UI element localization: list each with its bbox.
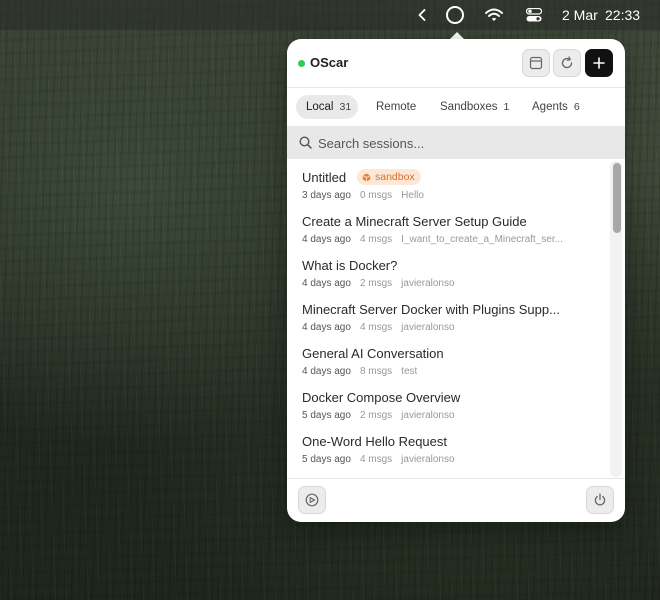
session-item[interactable]: General AI Conversation 4 days ago 8 msgs… [302, 335, 602, 377]
archive-icon [529, 56, 543, 70]
session-msgs: 2 msgs [359, 410, 393, 421]
tab-label: Local [306, 101, 334, 113]
search-bar [287, 126, 625, 159]
oscar-popover: OScar Local 31 Remote Sandboxes 1 Agents… [287, 39, 625, 522]
session-title: Create a Minecraft Server Setup Guide [302, 214, 527, 229]
session-time: 4 days ago [302, 278, 351, 289]
tab-agents[interactable]: Agents 6 [522, 95, 588, 119]
control-center-icon[interactable] [525, 0, 543, 30]
plus-icon [593, 57, 605, 69]
tab-remote[interactable]: Remote [366, 95, 426, 119]
menu-bar-time[interactable]: 22:33 [605, 0, 645, 30]
session-time: 3 days ago [302, 190, 351, 201]
wifi-icon[interactable] [484, 0, 504, 30]
chevron-left-icon[interactable] [414, 0, 430, 30]
session-meta: 4 days ago 4 msgs javieralonso [302, 322, 464, 333]
search-icon [299, 136, 312, 149]
session-meta: 4 days ago 2 msgs javieralonso [302, 278, 464, 289]
session-meta: 5 days ago 2 msgs javieralonso [302, 410, 464, 421]
app-title: OScar [310, 55, 349, 70]
session-msgs: 4 msgs [359, 454, 393, 465]
session-title: General AI Conversation [302, 346, 444, 361]
popover-footer [287, 478, 625, 522]
search-input[interactable] [318, 133, 608, 153]
session-title: Docker Compose Overview [302, 390, 461, 405]
popover-header: OScar [287, 39, 625, 87]
session-preview: test [401, 366, 418, 377]
session-list: Untitled sandbox 3 days ago 0 msgs Hello C… [287, 159, 625, 478]
archive-button[interactable] [522, 49, 550, 77]
session-msgs: 0 msgs [359, 190, 393, 201]
status-indicator [298, 60, 305, 67]
session-time: 5 days ago [302, 454, 351, 465]
tab-sandboxes[interactable]: Sandboxes 1 [430, 95, 516, 119]
session-time: 4 days ago [302, 322, 351, 333]
session-title: Minecraft Server Docker with Plugins Sup… [302, 302, 560, 317]
refresh-icon [561, 56, 573, 69]
session-time: 4 days ago [302, 366, 351, 377]
session-item[interactable]: Create a Minecraft Server Setup Guide 4 … [302, 203, 602, 245]
settings-button[interactable] [298, 486, 326, 514]
sandbox-icon [362, 173, 371, 181]
sandbox-badge: sandbox [357, 169, 421, 185]
session-tabs: Local 31 Remote Sandboxes 1 Agents 6 [287, 88, 625, 126]
session-title: What is Docker? [302, 258, 398, 273]
menu-bar-date[interactable]: 2 Mar [562, 0, 600, 30]
session-item[interactable]: Untitled sandbox 3 days ago 0 msgs Hello [302, 159, 602, 201]
tab-label: Agents [532, 101, 568, 113]
scrollbar-thumb[interactable] [613, 163, 621, 233]
session-preview: I_want_to_create_a_Minecraft_ser... [401, 234, 563, 245]
session-preview: javieralonso [401, 410, 455, 421]
badge-label: sandbox [375, 171, 415, 183]
session-msgs: 4 msgs [359, 322, 393, 333]
tab-label: Sandboxes [440, 101, 498, 113]
oscar-ring-icon[interactable] [444, 0, 466, 30]
refresh-button[interactable] [553, 49, 581, 77]
tab-label: Remote [376, 101, 417, 113]
session-meta: 3 days ago 0 msgs Hello [302, 190, 433, 201]
power-icon [594, 493, 606, 506]
session-preview: javieralonso [401, 322, 455, 333]
session-title: Untitled [302, 170, 347, 185]
session-meta: 4 days ago 8 msgs test [302, 366, 426, 377]
session-time: 4 days ago [302, 234, 351, 245]
session-time: 5 days ago [302, 410, 351, 421]
tab-count: 31 [339, 101, 352, 113]
session-preview: Hello [401, 190, 424, 201]
session-item[interactable]: One-Word Hello Request 5 days ago 4 msgs j… [302, 423, 602, 465]
session-msgs: 8 msgs [359, 366, 393, 377]
session-item[interactable]: Minecraft Server Docker with Plugins Sup… [302, 291, 602, 333]
session-meta: 4 days ago 4 msgs I_want_to_create_a_Minec… [302, 234, 572, 245]
session-msgs: 4 msgs [359, 234, 393, 245]
session-preview: javieralonso [401, 454, 455, 465]
power-button[interactable] [586, 486, 614, 514]
tab-count: 1 [503, 101, 510, 113]
tab-local[interactable]: Local 31 [296, 95, 358, 119]
tab-count: 6 [573, 101, 580, 113]
menu-bar: 2 Mar 22:33 [0, 0, 660, 30]
settings-icon [305, 493, 319, 507]
session-msgs: 2 msgs [359, 278, 393, 289]
new-session-button[interactable] [585, 49, 613, 77]
session-preview: javieralonso [401, 278, 455, 289]
session-item[interactable]: What is Docker? 4 days ago 2 msgs javieral… [302, 247, 602, 289]
session-title: One-Word Hello Request [302, 434, 447, 449]
session-item[interactable]: Docker Compose Overview 5 days ago 2 msgs… [302, 379, 602, 421]
session-meta: 5 days ago 4 msgs javieralonso [302, 454, 464, 465]
